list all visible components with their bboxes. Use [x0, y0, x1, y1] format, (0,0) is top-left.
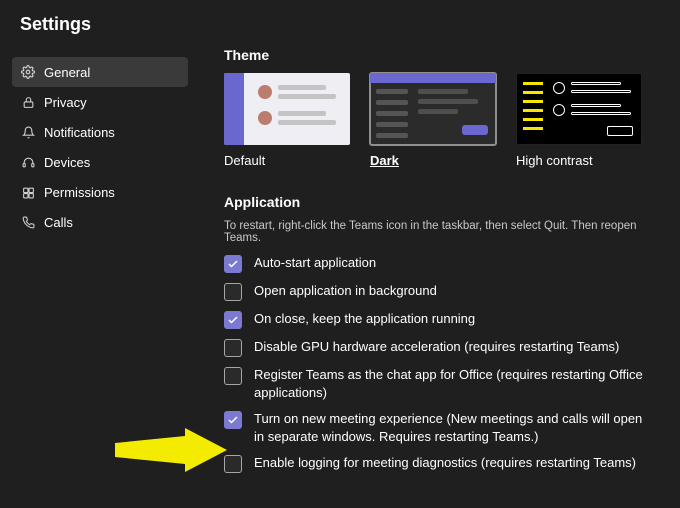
- checkbox[interactable]: [224, 367, 242, 385]
- option-disable-gpu[interactable]: Disable GPU hardware acceleration (requi…: [224, 338, 672, 357]
- option-enable-logging[interactable]: Enable logging for meeting diagnostics (…: [224, 454, 672, 473]
- settings-sidebar: General Privacy Notifications Devices Pe…: [12, 57, 188, 473]
- checkbox[interactable]: [224, 339, 242, 357]
- sidebar-item-label: Notifications: [44, 125, 115, 140]
- checkbox[interactable]: [224, 255, 242, 273]
- option-label: Disable GPU hardware acceleration (requi…: [254, 338, 619, 356]
- permissions-icon: [20, 184, 36, 200]
- option-on-close[interactable]: On close, keep the application running: [224, 310, 672, 329]
- sidebar-item-label: General: [44, 65, 90, 80]
- theme-option-default[interactable]: Default: [224, 73, 350, 168]
- theme-label: High contrast: [516, 153, 642, 168]
- option-label: Open application in background: [254, 282, 437, 300]
- theme-option-dark[interactable]: Dark: [370, 73, 496, 168]
- option-new-meeting-experience[interactable]: Turn on new meeting experience (New meet…: [224, 410, 672, 445]
- application-options: Auto-start application Open application …: [224, 254, 672, 473]
- sidebar-item-permissions[interactable]: Permissions: [12, 177, 188, 207]
- sidebar-item-privacy[interactable]: Privacy: [12, 87, 188, 117]
- theme-heading: Theme: [224, 47, 672, 63]
- sidebar-item-general[interactable]: General: [12, 57, 188, 87]
- checkbox[interactable]: [224, 283, 242, 301]
- theme-preview-default: [224, 73, 350, 145]
- theme-preview-dark: [370, 73, 496, 145]
- page-title: Settings: [0, 0, 680, 35]
- sidebar-item-label: Calls: [44, 215, 73, 230]
- application-heading: Application: [224, 194, 672, 210]
- sidebar-item-devices[interactable]: Devices: [12, 147, 188, 177]
- option-label: Auto-start application: [254, 254, 376, 272]
- sidebar-item-notifications[interactable]: Notifications: [12, 117, 188, 147]
- theme-options: Default Dark High contrast: [224, 73, 672, 168]
- gear-icon: [20, 64, 36, 80]
- option-label: Register Teams as the chat app for Offic…: [254, 366, 654, 401]
- bell-icon: [20, 124, 36, 140]
- headset-icon: [20, 154, 36, 170]
- checkbox[interactable]: [224, 411, 242, 429]
- theme-label: Default: [224, 153, 350, 168]
- sidebar-item-calls[interactable]: Calls: [12, 207, 188, 237]
- lock-icon: [20, 94, 36, 110]
- checkbox[interactable]: [224, 455, 242, 473]
- option-label: On close, keep the application running: [254, 310, 475, 328]
- application-hint: To restart, right-click the Teams icon i…: [224, 220, 672, 244]
- option-label: Enable logging for meeting diagnostics (…: [254, 454, 636, 472]
- option-label: Turn on new meeting experience (New meet…: [254, 410, 654, 445]
- theme-preview-high-contrast: [516, 73, 642, 145]
- checkbox[interactable]: [224, 311, 242, 329]
- phone-icon: [20, 214, 36, 230]
- option-register-chat-app[interactable]: Register Teams as the chat app for Offic…: [224, 366, 672, 401]
- sidebar-item-label: Devices: [44, 155, 90, 170]
- theme-label: Dark: [370, 153, 496, 168]
- sidebar-item-label: Permissions: [44, 185, 115, 200]
- settings-main: Theme Default Dark: [188, 35, 680, 473]
- theme-option-high-contrast[interactable]: High contrast: [516, 73, 642, 168]
- option-auto-start[interactable]: Auto-start application: [224, 254, 672, 273]
- sidebar-item-label: Privacy: [44, 95, 87, 110]
- option-open-background[interactable]: Open application in background: [224, 282, 672, 301]
